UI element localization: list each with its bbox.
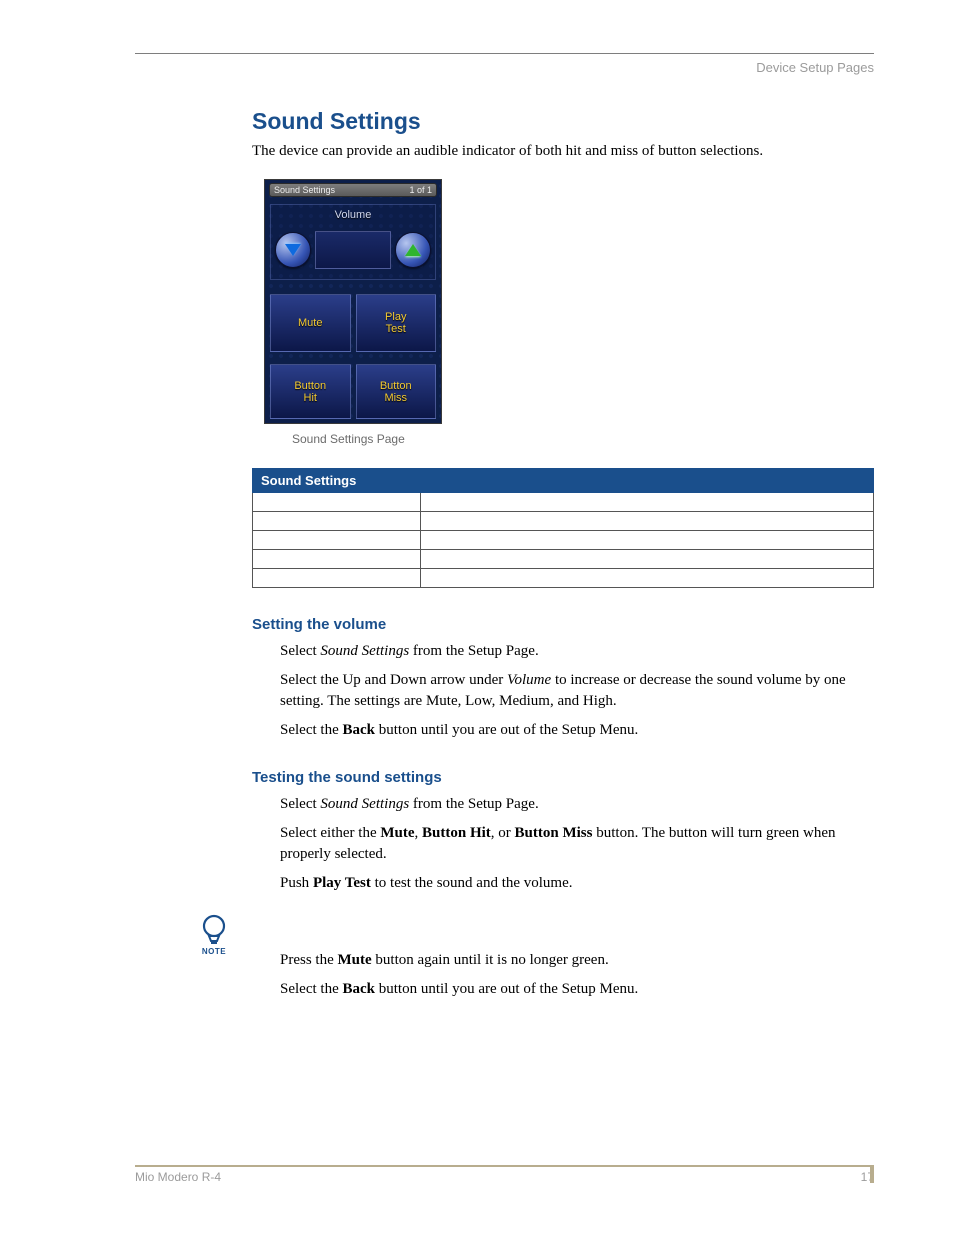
footer-product: Mio Modero R-4 — [135, 1170, 221, 1184]
play-test-button[interactable]: Play Test — [356, 294, 437, 352]
table-row — [253, 569, 874, 588]
table-row — [253, 493, 874, 512]
device-titlebar-left: Sound Settings — [274, 185, 335, 195]
note-icon: NOTE — [194, 912, 234, 956]
table-header: Sound Settings — [253, 469, 874, 493]
note-label: NOTE — [194, 947, 234, 956]
table-row — [253, 550, 874, 569]
button-hit-button[interactable]: Button Hit — [270, 364, 351, 419]
subheading-testing: Testing the sound settings — [252, 769, 874, 786]
device-volume-panel: Volume — [270, 204, 436, 280]
table-row — [253, 512, 874, 531]
button-miss-button[interactable]: Button Miss — [356, 364, 437, 419]
table-row — [253, 531, 874, 550]
device-screenshot: Sound Settings 1 of 1 Volume Mute Play T… — [264, 179, 442, 424]
step-text: Select Sound Settings from the Setup Pag… — [280, 641, 874, 662]
subheading-setting-volume: Setting the volume — [252, 616, 874, 633]
volume-indicator — [315, 231, 391, 269]
page-title: Sound Settings — [252, 108, 874, 135]
step-text: Select either the Mute, Button Hit, or B… — [280, 823, 874, 865]
sound-settings-table: Sound Settings — [252, 468, 874, 588]
device-volume-label: Volume — [271, 209, 435, 221]
figure-caption: Sound Settings Page — [292, 432, 874, 446]
header-section-label: Device Setup Pages — [756, 60, 874, 75]
triangle-down-icon — [285, 244, 301, 256]
step-text: Press the Mute button again until it is … — [280, 950, 874, 971]
intro-paragraph: The device can provide an audible indica… — [252, 141, 874, 161]
device-titlebar: Sound Settings 1 of 1 — [269, 183, 437, 197]
step-text: Select the Back button until you are out… — [280, 720, 874, 741]
volume-up-button[interactable] — [395, 232, 431, 268]
footer-accent — [870, 1167, 874, 1183]
device-titlebar-right: 1 of 1 — [409, 185, 432, 195]
step-text: Push Play Test to test the sound and the… — [280, 873, 874, 894]
step-text: Select Sound Settings from the Setup Pag… — [280, 794, 874, 815]
volume-down-button[interactable] — [275, 232, 311, 268]
triangle-up-icon — [405, 244, 421, 256]
step-text: Select the Up and Down arrow under Volum… — [280, 670, 874, 712]
top-rule — [135, 53, 874, 54]
step-text: Select the Back button until you are out… — [280, 979, 874, 1000]
page-footer: Mio Modero R-4 17 — [135, 1165, 874, 1185]
mute-button[interactable]: Mute — [270, 294, 351, 352]
